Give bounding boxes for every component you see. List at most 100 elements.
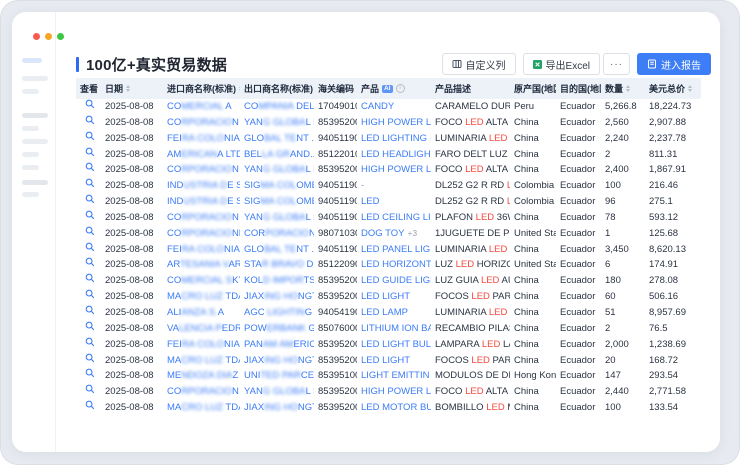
product-link[interactable]: LED CEILING LIGHT (361, 212, 431, 223)
view-details-button[interactable] (80, 289, 95, 305)
view-details-button[interactable] (80, 384, 95, 400)
product-link[interactable]: CANDY (361, 101, 394, 112)
more-actions-button[interactable]: ··· (603, 53, 630, 75)
view-details-button[interactable] (80, 321, 95, 337)
maximize-window-button[interactable] (57, 33, 64, 40)
importer-link[interactable]: AMERICANA LTDA (167, 149, 240, 160)
close-window-button[interactable] (33, 33, 40, 40)
sort-icon-qty[interactable] (626, 85, 630, 92)
exporter-link[interactable]: YANG GLOBAL LI... (244, 386, 314, 397)
importer-link[interactable]: INDUSTRIA DE SIS... (167, 196, 240, 207)
exporter-link[interactable]: JIAXING HONGT... (244, 291, 314, 302)
importer-link[interactable]: MENDOZA DIAZ M... (167, 370, 240, 381)
product-link[interactable]: HIGH POWER LED F (361, 164, 431, 175)
exporter-link[interactable]: AGC LIGHTING C... (244, 307, 314, 318)
product-link[interactable]: LED LIGHT BULB (361, 339, 431, 350)
product-link[interactable]: LED LIGHT (361, 355, 410, 366)
product-link[interactable]: HIGH POWER LED F (361, 117, 431, 128)
product-link[interactable]: LED LIGHT (361, 291, 410, 302)
importer-link[interactable]: CORPORACIONES... (167, 228, 240, 239)
view-details-button[interactable] (80, 147, 95, 163)
product-link[interactable]: LIGHT EMITTIN (361, 370, 429, 381)
view-details-button[interactable] (80, 210, 95, 226)
cell-desc: 1JUGUETE DE PERR (431, 226, 510, 242)
importer-link[interactable]: MACRO LUZ TDA (167, 402, 240, 413)
view-details-button[interactable] (80, 368, 95, 384)
exporter-link[interactable]: UNITED PARCEL ... (244, 370, 314, 381)
product-more-count[interactable]: +3 (407, 228, 417, 238)
importer-link[interactable]: ALIANZA S.A (167, 307, 224, 318)
product-link[interactable]: LED LAMP (361, 307, 408, 318)
customize-columns-button[interactable]: 自定义列 (442, 53, 516, 75)
sort-icon-date[interactable] (126, 85, 130, 92)
importer-link[interactable]: FEIRA COLONIA ... (167, 244, 240, 255)
importer-link[interactable]: MACRO LUZ TDA (167, 355, 240, 366)
product-link[interactable]: LED LIGHTING (361, 133, 427, 144)
view-details-button[interactable] (80, 131, 95, 147)
importer-link[interactable]: CORPORACION E... (167, 386, 240, 397)
view-details-button[interactable] (80, 353, 95, 369)
importer-link[interactable]: CORPORACION E... (167, 212, 240, 223)
product-link[interactable]: LITHIUM ION BATTE (361, 323, 431, 334)
product-link[interactable]: HIGH POWER LED F (361, 386, 431, 397)
company-name-suffix: CEL ... (301, 370, 314, 381)
view-details-button[interactable] (80, 194, 95, 210)
view-details-button[interactable] (80, 226, 95, 242)
view-details-button[interactable] (80, 273, 95, 289)
company-name-blurred: MERCIAL S (181, 275, 232, 286)
view-details-button[interactable] (80, 178, 95, 194)
exporter-link[interactable]: SIGMA COLOMB... (244, 196, 314, 207)
sort-icon-usd[interactable] (688, 85, 692, 92)
view-details-button[interactable] (80, 400, 95, 416)
importer-link[interactable]: INDUSTRIA DE SIS... (167, 180, 240, 191)
product-link[interactable]: LED (361, 196, 379, 207)
exporter-link[interactable]: KOLD IMPORTS (244, 275, 314, 286)
cell-qty: 6 (601, 257, 645, 273)
view-details-button[interactable] (80, 257, 95, 273)
view-details-button[interactable] (80, 115, 95, 131)
cell-product: LED LIGHT (357, 289, 431, 305)
exporter-link[interactable]: GLOBAL TENT ... (244, 244, 314, 255)
exporter-link[interactable]: PANAM AMERIC... (244, 339, 314, 350)
importer-link[interactable]: COMERCIAL A (167, 101, 232, 112)
export-excel-button[interactable]: 导出Excel (523, 53, 600, 75)
product-link[interactable]: LED HORIZONTAL L (361, 259, 431, 270)
view-details-button[interactable] (80, 305, 95, 321)
view-details-button[interactable] (80, 242, 95, 258)
exporter-link[interactable]: JIAXING HONGT... (244, 355, 314, 366)
importer-link[interactable]: VALENCIA PEDR... (167, 323, 240, 334)
view-details-button[interactable] (80, 99, 95, 115)
importer-link[interactable]: CORPORACION E... (167, 117, 240, 128)
minimize-window-button[interactable] (45, 33, 52, 40)
importer-link[interactable]: FEIRA COLONIA ... (167, 339, 240, 350)
product-link[interactable]: LED MOTOR BULB (361, 402, 431, 413)
company-name-blurred: BAL TE (264, 244, 296, 255)
cell-product: LED CEILING LIGHT (357, 210, 431, 226)
product-link[interactable]: LED GUIDE LIGHT T (361, 275, 431, 286)
view-details-button[interactable] (80, 162, 95, 178)
exporter-link[interactable]: YANG GLOBAL LI... (244, 164, 314, 175)
view-details-button[interactable] (80, 337, 95, 353)
table-row: 2025-08-08FEIRA COLONIA ...GLOBAL TENT .… (76, 242, 701, 258)
importer-link[interactable]: MACRO LUZ TDA (167, 291, 240, 302)
importer-link[interactable]: CORPORACION E... (167, 164, 240, 175)
enter-report-button[interactable]: 进入报告 (637, 53, 711, 75)
exporter-link[interactable]: COMPANIA DEL ... (244, 101, 314, 112)
product-link[interactable]: DOG TOY (361, 228, 404, 239)
product-link[interactable]: LED HEADLIGHT (361, 149, 431, 160)
description-segment: AUTO (499, 275, 510, 286)
importer-link[interactable]: FEIRA COLONIA ... (167, 133, 240, 144)
exporter-link[interactable]: BELLA GRAND... (244, 149, 314, 160)
exporter-link[interactable]: POWERBANK GR... (244, 323, 314, 334)
importer-link[interactable]: COMERCIAL SKYWI... (167, 275, 240, 286)
exporter-link[interactable]: CORPORACIONES... (244, 228, 314, 239)
exporter-link[interactable]: YANG GLOBAL LI... (244, 117, 314, 128)
exporter-link[interactable]: YANG GLOBAL LI... (244, 212, 314, 223)
exporter-link[interactable]: GLOBAL TENT ... (244, 133, 314, 144)
exporter-link[interactable]: JIAXING HONGT... (244, 402, 314, 413)
product-link[interactable]: LED PANEL LIG (361, 244, 430, 255)
importer-link[interactable]: ARTESANIA VARA... (167, 259, 240, 270)
exporter-link[interactable]: SIGMA COLOMB... (244, 180, 314, 191)
exporter-link[interactable]: STAR BRAVO DIST... (244, 259, 314, 270)
description-segment: LAMPARA (435, 339, 482, 350)
